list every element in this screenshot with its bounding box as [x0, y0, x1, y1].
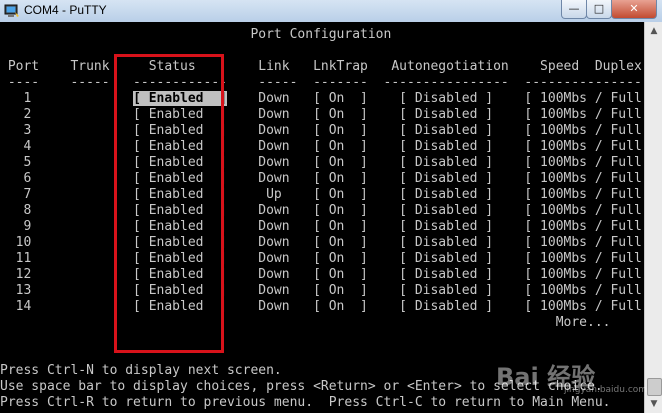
terminal-line: 10 [ Enabled ] Down [ On ] [ Disabled ] …	[0, 235, 644, 250]
window-title: COM4 - PuTTY	[24, 3, 107, 17]
scroll-down-arrow-icon[interactable]: ▼	[646, 396, 662, 412]
close-button[interactable]: ✕	[611, 0, 657, 19]
putty-icon	[4, 4, 19, 17]
terminal-line: Press Ctrl-R to return to previous menu.…	[0, 395, 611, 410]
status-column-annotation	[114, 54, 224, 353]
terminal-screen[interactable]: Port Configuration Port Trunk Status Lin…	[0, 22, 644, 413]
terminal-line: More...	[0, 315, 611, 330]
terminal-line: 11 [ Enabled ] Down [ On ] [ Disabled ] …	[0, 251, 644, 266]
terminal-line: ---- ----- ------------ ----- ------- --…	[0, 75, 644, 90]
terminal-line: Port Trunk Status Link LnkTrap Autonegot…	[0, 59, 642, 74]
baidu-watermark: Bai 经验 jingyan.baidu.com	[496, 357, 647, 395]
terminal-line: 13 [ Enabled ] Down [ On ] [ Disabled ] …	[0, 283, 644, 298]
scroll-up-arrow-icon[interactable]: ▲	[646, 23, 662, 39]
scroll-thumb[interactable]	[647, 378, 662, 396]
vertical-scrollbar[interactable]: ▲ ▼	[644, 22, 662, 413]
terminal-line: Press Ctrl-N to display next screen.	[0, 363, 282, 378]
minimize-button[interactable]: —	[561, 0, 587, 19]
terminal-line: 12 [ Enabled ] Down [ On ] [ Disabled ] …	[0, 267, 644, 282]
terminal-line: 8 [ Enabled ] Down [ On ] [ Disabled ] […	[0, 203, 644, 218]
watermark-url: jingyan.baidu.com	[564, 385, 648, 395]
title-bar[interactable]: COM4 - PuTTY — □ ✕	[0, 0, 662, 23]
terminal-line: 3 [ Enabled ] Down [ On ] [ Disabled ] […	[0, 123, 644, 138]
terminal-line: 14 [ Enabled ] Down [ On ] [ Disabled ] …	[0, 299, 644, 314]
terminal-line: 7 [ Enabled ] Up [ On ] [ Disabled ] [ 1…	[0, 187, 644, 202]
terminal-line: 1 [ Enabled ] Down [ On ] [ Disabled ] […	[0, 91, 644, 106]
terminal-line: Port Configuration	[0, 27, 392, 42]
terminal-line: 9 [ Enabled ] Down [ On ] [ Disabled ] […	[0, 219, 644, 234]
terminal-line: 4 [ Enabled ] Down [ On ] [ Disabled ] […	[0, 139, 644, 154]
terminal-line: 5 [ Enabled ] Down [ On ] [ Disabled ] […	[0, 155, 644, 170]
maximize-button[interactable]: □	[586, 0, 612, 19]
terminal-line: 6 [ Enabled ] Down [ On ] [ Disabled ] […	[0, 171, 644, 186]
terminal-line: 2 [ Enabled ] Down [ On ] [ Disabled ] […	[0, 107, 644, 122]
